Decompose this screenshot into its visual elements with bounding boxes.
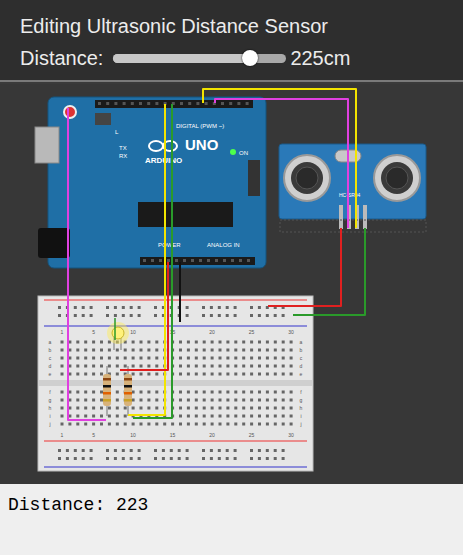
transmitter-icon (284, 155, 330, 201)
column-number: 10 (130, 329, 136, 335)
column-number: 30 (288, 432, 294, 438)
digital-header (95, 100, 253, 108)
circuit-canvas[interactable]: UNOARDUINO DIGITAL (PWM ~) L TX RX ON POWER ANA… (0, 84, 463, 484)
row-letter: c (300, 355, 303, 361)
wire[interactable] (179, 262, 181, 322)
microcontroller-chip (138, 202, 233, 227)
row-letter: d (300, 363, 303, 369)
arduino-logo-icon (149, 141, 163, 151)
l-label: L (115, 129, 119, 135)
column-number: 20 (209, 329, 215, 335)
tx-label: TX (119, 145, 127, 151)
row-letter: b (300, 347, 303, 353)
wire[interactable] (215, 99, 348, 228)
power-header (140, 257, 255, 265)
sensor-board (279, 144, 426, 219)
sensor-label: HC-SR04 (339, 192, 361, 198)
slider-thumb[interactable] (242, 50, 258, 66)
breadboard[interactable]: 115510101515202025253030aabbccddeeffgghh… (38, 296, 313, 471)
column-number: 1 (61, 329, 64, 335)
resistor[interactable] (103, 366, 111, 416)
row-letter: f (300, 389, 302, 395)
receiver-icon (374, 155, 420, 201)
led[interactable] (107, 318, 129, 350)
model-label: UNO (185, 136, 219, 153)
power-jack-icon (38, 228, 70, 258)
resistor[interactable] (124, 366, 132, 416)
column-number: 20 (209, 432, 215, 438)
row-letter: a (49, 339, 52, 345)
wire[interactable] (268, 228, 341, 306)
row-letter: h (300, 405, 303, 411)
distance-reading: 225cm (290, 46, 350, 70)
arduino-board (48, 97, 266, 268)
row-letter: i (49, 413, 50, 419)
editor-title: Editing Ultrasonic Distance Sensor (20, 14, 443, 38)
ultrasonic-sensor[interactable]: HC-SR04 (279, 144, 426, 232)
arduino-uno[interactable]: UNOARDUINO DIGITAL (PWM ~) L TX RX ON POWER ANA… (35, 97, 266, 268)
column-number: 30 (288, 329, 294, 335)
column-number: 15 (170, 432, 176, 438)
column-number: 25 (249, 432, 255, 438)
reset-button[interactable] (64, 106, 76, 118)
on-label: ON (239, 150, 248, 156)
row-letter: i (300, 413, 301, 419)
distance-slider[interactable] (113, 54, 286, 63)
row-letter: b (49, 347, 52, 353)
usb-port-icon (35, 127, 59, 163)
row-letter: a (300, 339, 303, 345)
row-letter: f (49, 389, 51, 395)
column-number: 25 (249, 329, 255, 335)
row-letter: c (49, 355, 52, 361)
digital-label: DIGITAL (PWM ~) (176, 123, 224, 129)
brand-label: ARDUINO (145, 156, 182, 165)
row-letter: g (49, 397, 52, 403)
slider-fill (113, 54, 250, 63)
serial-output: Distance: 223 (8, 494, 455, 516)
serial-monitor: Distance: 223 (0, 484, 463, 555)
icsp-header (95, 113, 111, 125)
power-led (230, 149, 236, 155)
icsp2-header (248, 160, 260, 196)
wire[interactable] (120, 262, 168, 370)
row-letter: e (300, 371, 303, 377)
column-number: 10 (130, 432, 136, 438)
analog-label: ANALOG IN (207, 242, 240, 248)
row-letter: j (48, 421, 50, 427)
column-number: 5 (92, 329, 95, 335)
wire[interactable] (203, 89, 356, 228)
wire[interactable] (293, 228, 365, 315)
power-label: POWER (158, 242, 181, 248)
breadboard-body (38, 296, 313, 471)
wires (68, 89, 365, 420)
row-letter: e (49, 371, 52, 377)
column-number: 1 (61, 432, 64, 438)
row-letter: j (299, 421, 301, 427)
column-number: 5 (92, 432, 95, 438)
editor-header: Editing Ultrasonic Distance Sensor Dista… (0, 0, 463, 80)
row-letter: g (300, 397, 303, 403)
row-letter: d (49, 363, 52, 369)
wire[interactable] (128, 104, 165, 415)
rx-label: RX (119, 153, 127, 159)
row-letter: h (49, 405, 52, 411)
wire[interactable] (68, 108, 106, 420)
distance-row: Distance: 225cm (20, 46, 443, 70)
distance-label: Distance: (20, 46, 103, 70)
